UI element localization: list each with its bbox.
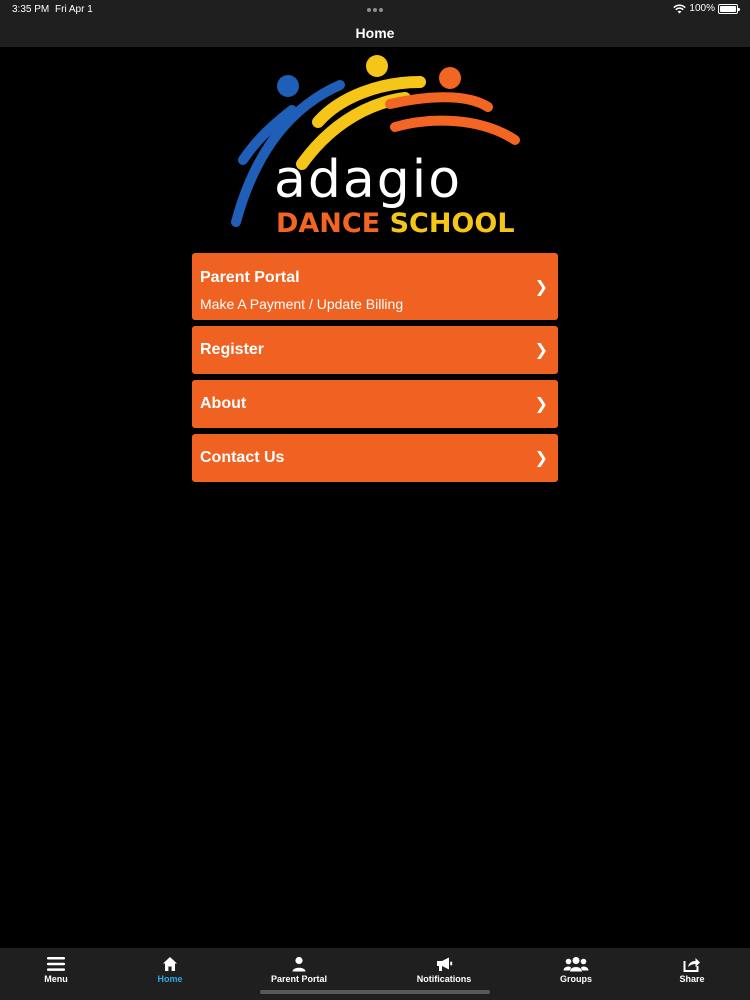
battery-percent: 100% <box>689 3 715 14</box>
status-time: 3:35 PM <box>12 4 50 15</box>
logo-school-text: SCHOOL <box>389 208 515 239</box>
menu-item-label: Register <box>200 341 265 358</box>
person-icon <box>292 956 306 972</box>
tab-label: Notifications <box>416 974 472 984</box>
tab-parent-portal[interactable]: Parent Portal <box>264 956 334 984</box>
tab-label: Share <box>679 974 705 984</box>
wifi-icon <box>673 3 687 13</box>
home-indicator[interactable] <box>260 990 490 994</box>
megaphone-icon <box>437 957 453 971</box>
battery-icon <box>718 3 740 14</box>
menu-icon <box>47 957 65 971</box>
status-date: Fri Apr 1 <box>55 4 93 15</box>
menu-item-label: Parent Portal <box>200 269 300 286</box>
register-button[interactable]: Register ❯ <box>192 326 558 374</box>
tab-menu[interactable]: Menu <box>36 956 76 984</box>
navigation-bar: Home <box>0 20 750 47</box>
logo-dance-text: DANCE <box>276 208 381 239</box>
logo-subtitle: DANCE SCHOOL <box>276 208 515 239</box>
tab-groups[interactable]: Groups <box>551 956 601 984</box>
menu-item-subtitle: Make A Payment / Update Billing <box>200 296 404 312</box>
multitasking-dots[interactable] <box>367 8 383 12</box>
chevron-right-icon: ❯ <box>534 450 548 467</box>
logo-wordmark: adagio <box>274 150 463 210</box>
tab-label: Parent Portal <box>270 974 328 984</box>
tab-label: Menu <box>44 974 68 984</box>
home-icon <box>163 957 177 971</box>
tab-label: Groups <box>559 974 592 984</box>
status-bar: 3:35 PM Fri Apr 1 100% <box>0 0 750 20</box>
chevron-right-icon: ❯ <box>534 342 548 359</box>
chevron-right-icon: ❯ <box>534 278 548 296</box>
groups-icon <box>563 957 589 972</box>
about-button[interactable]: About ❯ <box>192 380 558 428</box>
tab-label: Home <box>157 974 183 984</box>
parent-portal-button[interactable]: Parent Portal Make A Payment / Update Bi… <box>192 253 558 320</box>
menu-item-label: Contact Us <box>200 449 285 466</box>
tab-home[interactable]: Home <box>150 956 190 984</box>
menu-item-label: About <box>200 395 247 412</box>
contact-us-button[interactable]: Contact Us ❯ <box>192 434 558 482</box>
adagio-logo: adagio DANCE SCHOOL <box>230 52 520 242</box>
status-right: 100% <box>673 3 740 14</box>
share-icon <box>683 958 700 972</box>
chevron-right-icon: ❯ <box>534 396 548 413</box>
tab-notifications[interactable]: Notifications <box>409 956 479 984</box>
page-title: Home <box>355 25 395 41</box>
tab-share[interactable]: Share <box>672 956 712 984</box>
home-menu-list: Parent Portal Make A Payment / Update Bi… <box>192 253 558 488</box>
